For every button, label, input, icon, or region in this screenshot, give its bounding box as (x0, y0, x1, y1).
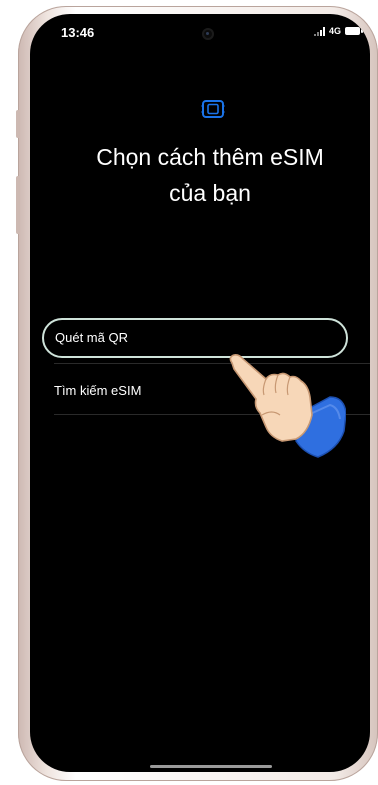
status-time: 13:46 (61, 25, 95, 40)
pointing-hand-icon (229, 354, 346, 458)
front-camera-icon (202, 28, 214, 40)
page-title: Chọn cách thêm eSIM của bạn (40, 139, 370, 211)
network-type: 4G (328, 26, 341, 36)
home-indicator[interactable] (150, 765, 272, 768)
signal-icon (313, 26, 325, 36)
battery-icon (345, 27, 363, 35)
phone-side-button (16, 110, 20, 138)
status-icons: 4G (313, 26, 363, 36)
search-esim-label: Tìm kiếm eSIM (54, 383, 142, 398)
page-title-line2: của bạn (169, 180, 251, 206)
scan-qr-label: Quét mã QR (55, 330, 128, 345)
phone-volume-button (16, 176, 20, 234)
page-title-line1: Chọn cách thêm eSIM (96, 144, 324, 170)
esim-icon (201, 100, 225, 118)
